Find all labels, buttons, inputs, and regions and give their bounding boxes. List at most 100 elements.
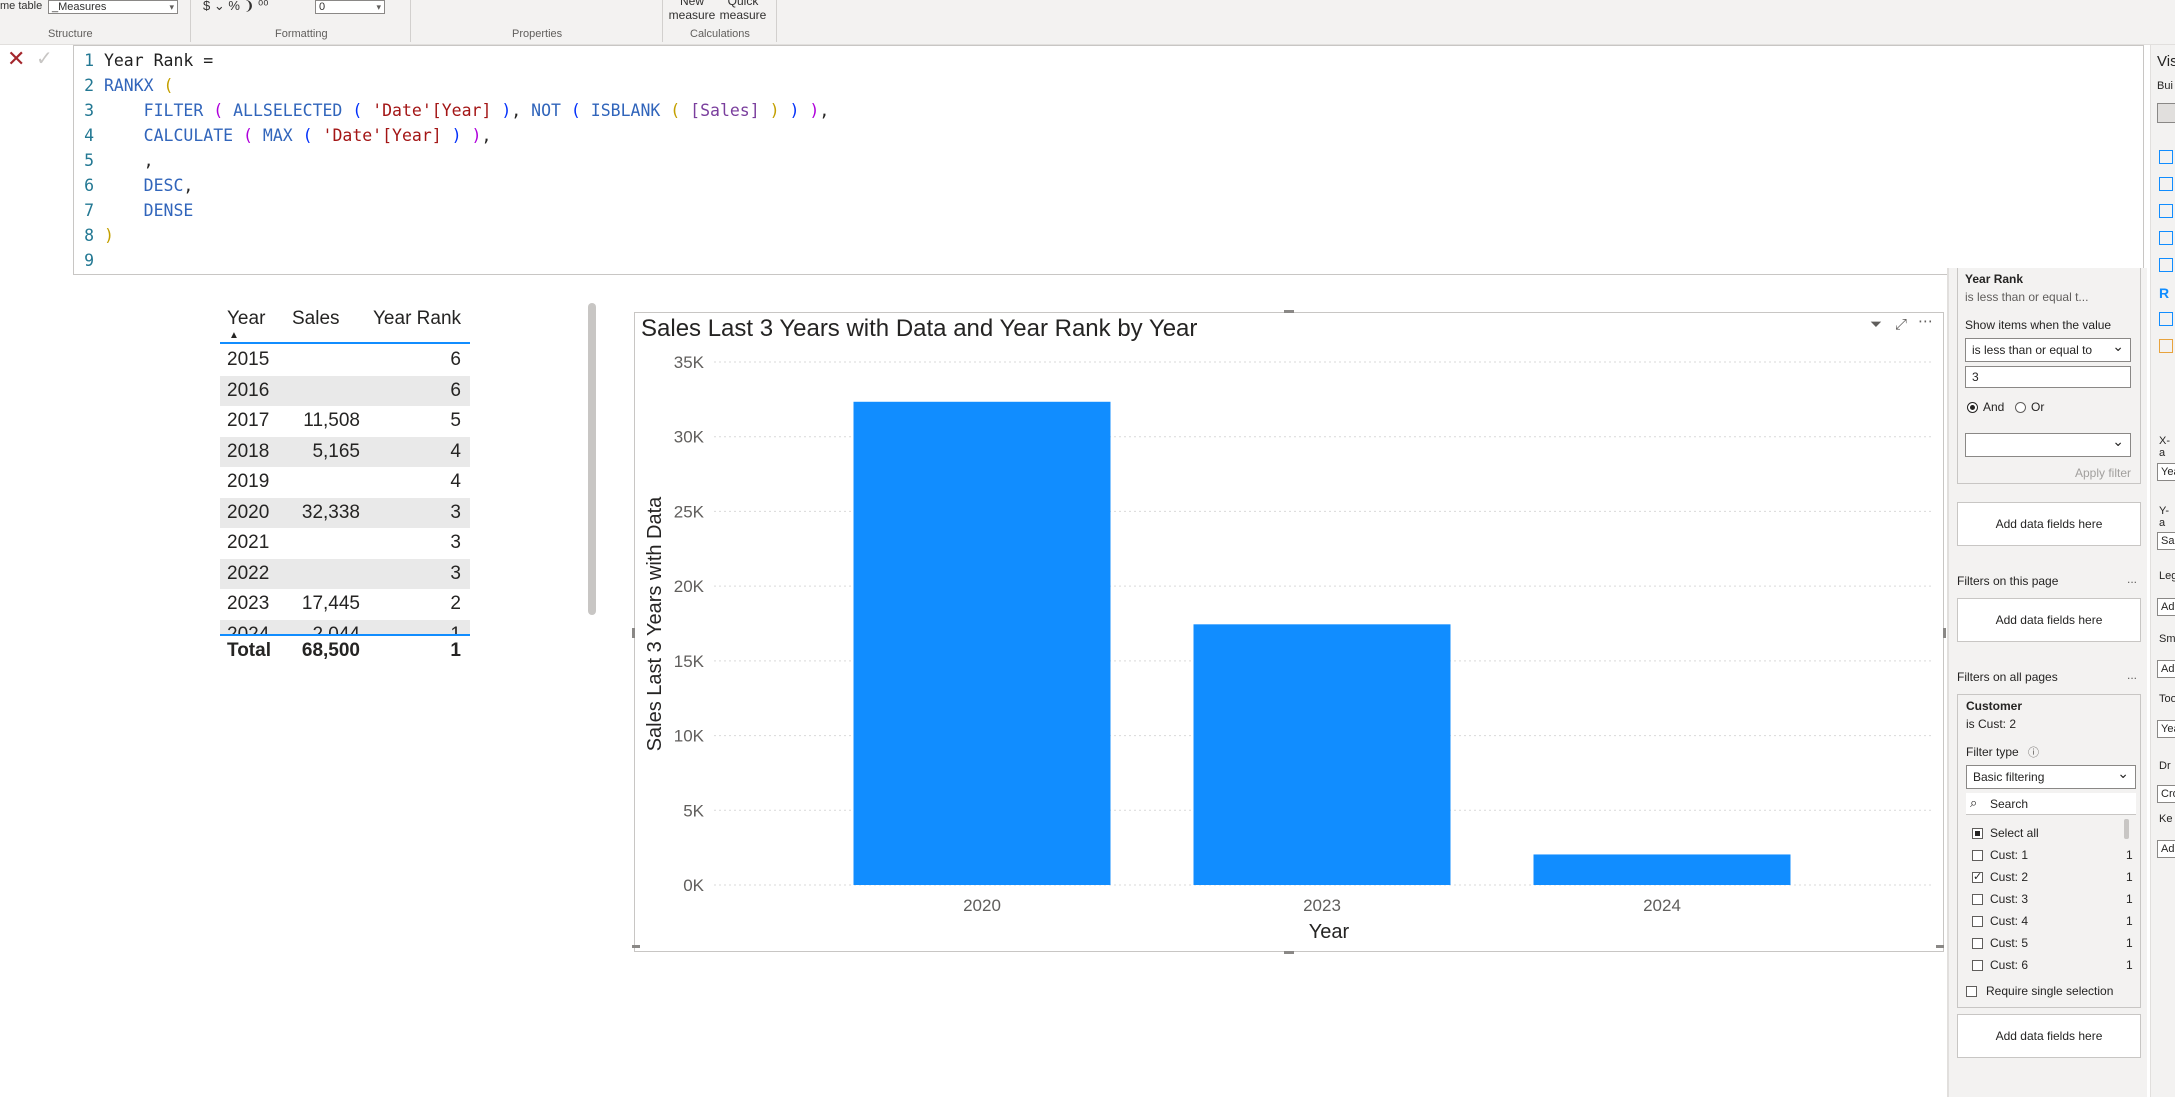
visual-type-icon[interactable] xyxy=(2159,150,2173,164)
table-body[interactable]: 2015 6 2016 6 2017 11,508 5 2018 5,165 4 2019 4 2020… xyxy=(220,345,470,635)
year-rank-filter-card[interactable]: Year Rank is less than or equal t... Sho… xyxy=(1957,268,2141,484)
year-cell: 2015 xyxy=(227,349,270,370)
build-visual-tab[interactable]: Bui xyxy=(2157,80,2173,92)
viz-field-label[interactable]: Yea xyxy=(2157,463,2175,481)
customer-checkbox[interactable] xyxy=(1972,960,1983,971)
or-radio[interactable] xyxy=(2015,402,2026,413)
add-data-fields-label: Add data fields here xyxy=(1995,1029,2103,1043)
customer-label: Cust: 5 xyxy=(1990,936,2029,950)
table-row[interactable]: 2024 2,044 1 xyxy=(220,619,470,635)
viz-field-label[interactable]: Ad xyxy=(2157,660,2175,678)
table-row[interactable]: 2017 11,508 5 xyxy=(220,406,470,436)
customer-checkbox[interactable] xyxy=(1972,850,1983,861)
search-input[interactable]: ⌕ Search xyxy=(1966,793,2136,815)
and-radio[interactable] xyxy=(1967,402,1978,413)
bar-chart-visual[interactable]: Sales Last 3 Years with Data and Year Ra… xyxy=(632,310,1946,954)
home-table-dropdown[interactable]: _Measures xyxy=(48,0,178,14)
table-row[interactable]: 2021 3 xyxy=(220,528,470,558)
table-row[interactable]: 2015 6 xyxy=(220,345,470,375)
calculations-group-label: Calculations xyxy=(690,28,750,40)
visual-type-icon[interactable] xyxy=(2159,258,2173,272)
select-all-item[interactable]: Select all xyxy=(1966,823,2136,845)
column-header-sales[interactable]: Sales xyxy=(292,308,340,330)
table-row[interactable]: 2023 17,445 2 xyxy=(220,589,470,619)
table-row[interactable]: 2018 5,165 4 xyxy=(220,436,470,467)
total-label: Total xyxy=(227,640,271,661)
viz-field-label[interactable]: Cro xyxy=(2157,785,2175,803)
visual-type-icon[interactable] xyxy=(2159,177,2173,191)
table-row[interactable]: 2019 4 xyxy=(220,467,470,497)
viz-field-label: X-a xyxy=(2159,435,2170,459)
rank-cell: 6 xyxy=(450,379,461,401)
viz-field-label[interactable]: Ad xyxy=(2157,840,2175,858)
new-measure-button[interactable]: New measure xyxy=(668,0,716,22)
filters-pane: Year Rank is less than or equal t... Sho… xyxy=(1947,268,2147,1097)
select-all-checkbox[interactable] xyxy=(1972,828,1983,839)
commit-formula-icon[interactable]: ✓ xyxy=(36,49,53,69)
column-header-year-rank[interactable]: Year Rank xyxy=(373,308,461,330)
code-line: 8 ) xyxy=(84,226,114,245)
customer-checkbox[interactable] xyxy=(1972,916,1983,927)
sort-ascending-icon: ▲ xyxy=(229,330,239,341)
viz-field-label: Leg xyxy=(2159,570,2175,582)
viz-field-label[interactable]: Ad xyxy=(2157,598,2175,616)
y-tick-label: 25K xyxy=(674,502,705,521)
apply-filter-button[interactable]: Apply filter xyxy=(2075,466,2131,480)
customer-list-item[interactable]: Cust: 6 1 xyxy=(1966,955,2136,977)
table-row[interactable]: 2016 6 xyxy=(220,375,470,406)
bar[interactable] xyxy=(1193,624,1451,885)
code-line: 1 Year Rank = xyxy=(84,51,214,70)
bar[interactable] xyxy=(853,401,1111,885)
cancel-formula-icon[interactable]: ✕ xyxy=(7,48,25,70)
visual-type-icon[interactable] xyxy=(2159,204,2173,218)
list-scrollbar[interactable] xyxy=(2124,819,2129,839)
customer-list-item[interactable]: Cust: 3 1 xyxy=(1966,889,2136,911)
format-buttons[interactable]: $ ⌄ % ❩ ⁰⁰ xyxy=(203,0,268,14)
add-data-fields-visual[interactable]: Add data fields here xyxy=(1957,502,2141,546)
second-condition-dropdown[interactable] xyxy=(1965,430,2131,457)
visual-type-icon[interactable] xyxy=(2159,339,2173,353)
customer-checkbox[interactable] xyxy=(1972,870,1983,883)
more-options-icon[interactable]: ... xyxy=(2127,572,2137,586)
customer-count: 1 xyxy=(2126,892,2133,906)
table-visual[interactable]: Year ▲ Sales Year Rank 2015 6 2016 6 2017 11,… xyxy=(220,300,470,670)
condition-dropdown[interactable]: is less than or equal to xyxy=(1965,335,2131,362)
quick-measure-button[interactable]: Quick measure xyxy=(718,0,768,22)
add-data-fields-page[interactable]: Add data fields here xyxy=(1957,598,2141,642)
table-row[interactable]: 2020 32,338 3 xyxy=(220,497,470,528)
table-row[interactable]: 2022 3 xyxy=(220,558,470,589)
viz-field-label[interactable]: Sal xyxy=(2157,532,2175,550)
add-data-fields-all[interactable]: Add data fields here xyxy=(1957,1014,2141,1058)
customer-list-item[interactable]: Cust: 2 1 xyxy=(1966,867,2136,889)
table-scrollbar[interactable] xyxy=(588,303,596,615)
require-single-checkbox[interactable] xyxy=(1966,986,1977,997)
customer-count: 1 xyxy=(2126,914,2133,928)
filter-type-dropdown[interactable]: Basic filtering xyxy=(1966,762,2136,789)
new-measure-label-bottom: measure xyxy=(668,8,716,22)
bar[interactable] xyxy=(1533,854,1791,885)
clustered-column-icon[interactable] xyxy=(2157,103,2175,123)
header-underline xyxy=(220,342,470,344)
column-header-year[interactable]: Year xyxy=(227,308,265,330)
more-options-icon[interactable]: ... xyxy=(2127,668,2137,682)
trophy-icon[interactable] xyxy=(2159,312,2173,326)
condition-value-input[interactable]: 3 xyxy=(1965,366,2131,388)
visual-type-icon[interactable] xyxy=(2159,231,2173,245)
viz-field-label[interactable]: Yea xyxy=(2157,720,2175,738)
filters-on-all-pages-label: Filters on all pages xyxy=(1957,670,2058,684)
r-visual-icon[interactable]: R xyxy=(2159,285,2169,301)
quick-measure-label-bottom: measure xyxy=(719,8,767,22)
viz-field-label: Ke xyxy=(2159,813,2173,825)
customer-list-item[interactable]: Cust: 4 1 xyxy=(1966,911,2136,933)
year-rank-filter-summary: is less than or equal t... xyxy=(1965,290,2089,304)
formula-editor[interactable]: 1 Year Rank = 2 RANKX ( 3 FILTER ( ALLSE… xyxy=(73,45,2144,275)
customer-list-item[interactable]: Cust: 1 1 xyxy=(1966,845,2136,867)
decimal-places-input[interactable]: 0 xyxy=(315,0,385,14)
visualizations-title: Vis xyxy=(2157,53,2175,70)
customer-checkbox[interactable] xyxy=(1972,894,1983,905)
y-tick-label: 15K xyxy=(674,652,705,671)
customer-checkbox[interactable] xyxy=(1972,938,1983,949)
require-single-selection[interactable]: Require single selection xyxy=(1958,981,2128,1003)
customer-filter-card[interactable]: Customer is Cust: 2 Filter type ⓘ Basic … xyxy=(1957,694,2141,1008)
customer-list-item[interactable]: Cust: 5 1 xyxy=(1966,933,2136,955)
